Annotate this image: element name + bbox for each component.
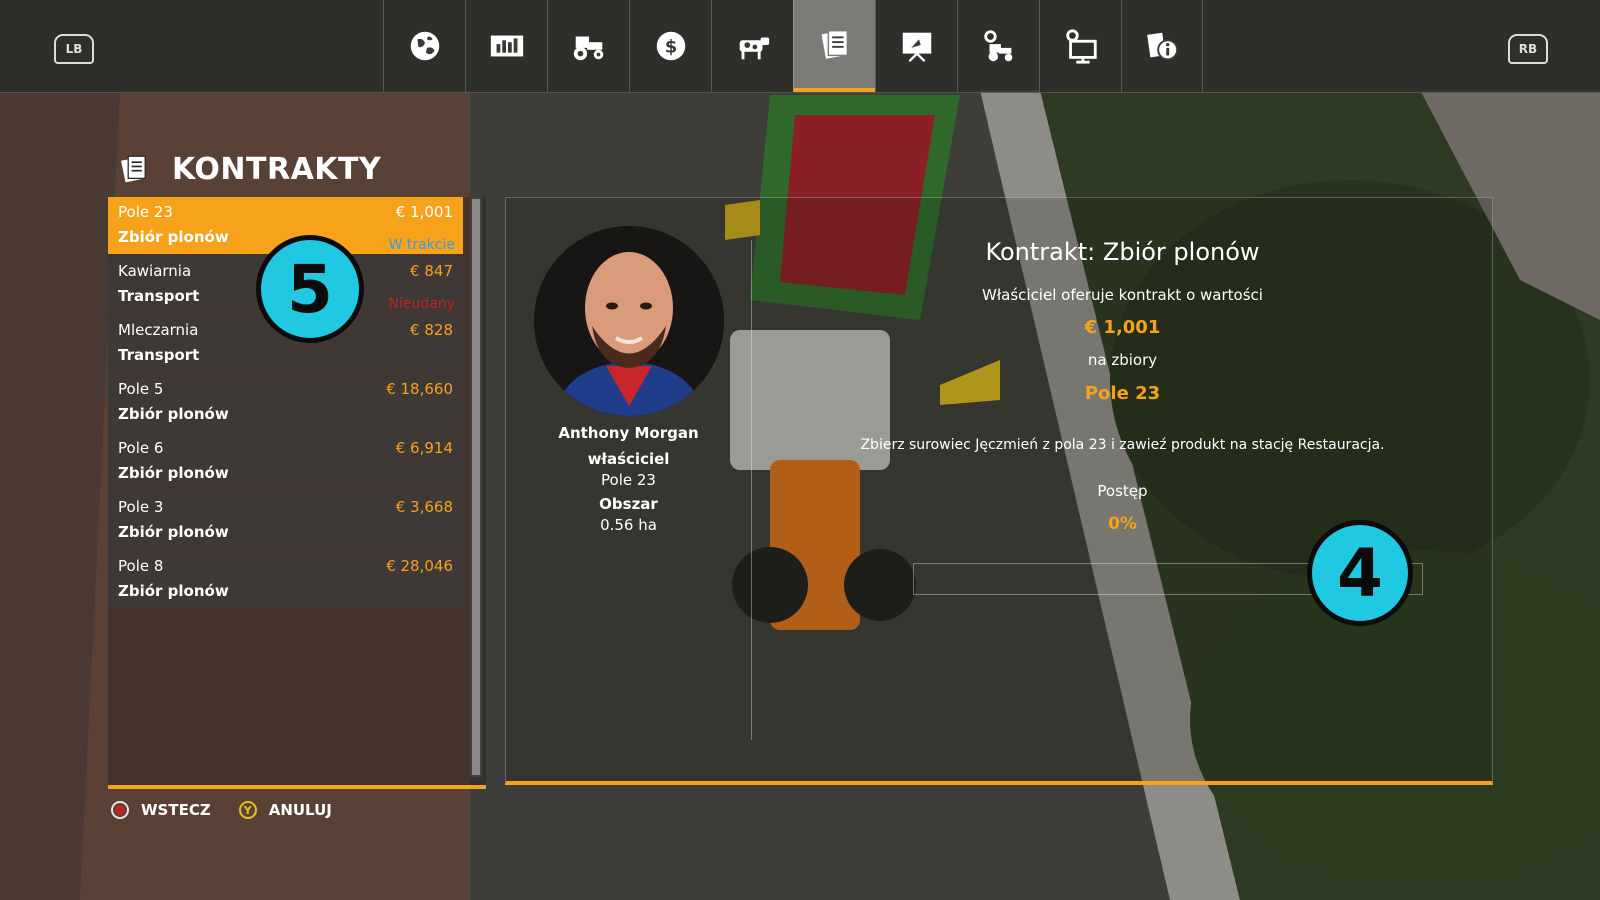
- lb-button[interactable]: LB: [54, 34, 94, 64]
- contract-name: Pole 23: [118, 203, 173, 221]
- owner-field: Pole 23: [601, 471, 656, 489]
- tab-finances[interactable]: $: [629, 0, 711, 92]
- tab-statistics[interactable]: [465, 0, 547, 92]
- owner-avatar: [534, 226, 724, 416]
- statistics-icon: [490, 35, 523, 57]
- contract-heading: Kontrakt: Zbiór plonów: [985, 238, 1260, 266]
- tab-help[interactable]: [1121, 0, 1203, 92]
- owner-portrait: [534, 226, 724, 416]
- help-info-icon: [1147, 32, 1179, 61]
- contract-name: Pole 6: [118, 439, 164, 457]
- contract-type: Zbiór plonów: [118, 228, 229, 246]
- contract-type: Zbiór plonów: [118, 582, 229, 600]
- b-button-icon: [111, 801, 129, 819]
- annotation-badge: 5: [256, 235, 364, 343]
- top-navigation-bar: LB $ RB: [0, 0, 1600, 93]
- contract-price: € 828: [410, 321, 453, 339]
- contract-row[interactable]: Pole 6 Zbiór plonów € 6,914: [108, 433, 463, 490]
- for-text: na zbiory: [1087, 351, 1158, 369]
- contract-name: Pole 3: [118, 498, 164, 516]
- tab-map[interactable]: [383, 0, 465, 92]
- owner-role: właściciel: [587, 450, 670, 468]
- back-label: WSTECZ: [141, 801, 211, 819]
- page-title: KONTRAKTY: [172, 151, 382, 187]
- tab-game-settings[interactable]: [1039, 0, 1121, 92]
- contract-row[interactable]: Pole 3 Zbiór plonów € 3,668: [108, 492, 463, 549]
- globe-icon: [410, 31, 439, 61]
- tab-vehicle-settings[interactable]: [957, 0, 1039, 92]
- progress-label: Postęp: [1097, 482, 1148, 500]
- contract-price: € 28,046: [386, 557, 453, 575]
- contract-status: W trakcie: [388, 237, 455, 253]
- area-label: Obszar: [599, 495, 658, 513]
- contract-type: Transport: [118, 287, 200, 305]
- finances-icon: $: [656, 31, 685, 61]
- list-scrollbar[interactable]: [470, 197, 482, 777]
- owner-name: Anthony Morgan: [558, 424, 699, 442]
- contract-name: Pole 8: [118, 557, 164, 575]
- cancel-label: ANULUJ: [268, 801, 332, 819]
- cancel-button[interactable]: Y ANULUJ: [238, 801, 332, 819]
- tab-tours[interactable]: [875, 0, 957, 92]
- back-button[interactable]: WSTECZ: [111, 801, 211, 819]
- presentation-icon: [902, 32, 931, 63]
- contract-name: Kawiarnia: [118, 262, 192, 280]
- tractor-icon: [573, 36, 603, 61]
- contract-name: Pole 5: [118, 380, 164, 398]
- contract-detail-panel: Anthony Morgan właściciel Pole 23 Obszar…: [505, 197, 1493, 785]
- area-value: 0.56 ha: [600, 516, 657, 534]
- contract-price: € 1,001: [395, 203, 453, 221]
- contract-price: € 847: [410, 262, 453, 280]
- page-header: KONTRAKTY: [118, 150, 381, 188]
- contract-row[interactable]: Pole 5 Zbiór plonów € 18,660: [108, 374, 463, 431]
- contract-price: € 6,914: [395, 439, 453, 457]
- contract-status: Nieudany: [388, 296, 455, 312]
- contract-field: Pole 23: [1084, 383, 1161, 404]
- footer-actions: WSTECZ Y ANULUJ: [111, 801, 360, 819]
- tab-vehicles[interactable]: [547, 0, 629, 92]
- annotation-badge: 4: [1307, 520, 1413, 626]
- vehicle-settings-icon: [983, 30, 1012, 62]
- contract-name: Mleczarnia: [118, 321, 199, 339]
- contract-value: € 1,001: [1084, 317, 1161, 338]
- menu-tabs: $: [383, 0, 1203, 92]
- contract-type: Zbiór plonów: [118, 405, 229, 423]
- rb-button[interactable]: RB: [1508, 34, 1548, 64]
- contract-row[interactable]: Pole 8 Zbiór plonów € 28,046: [108, 551, 463, 608]
- contract-type: Zbiór plonów: [118, 464, 229, 482]
- tab-animals[interactable]: [711, 0, 793, 92]
- offer-text: Właściciel oferuje kontrakt o wartości: [982, 286, 1263, 304]
- tab-contracts[interactable]: [793, 0, 875, 92]
- contract-price: € 3,668: [395, 498, 453, 516]
- game-settings-icon: [1065, 29, 1097, 64]
- contract-type: Transport: [118, 346, 200, 364]
- cow-icon: [739, 37, 769, 60]
- contracts-icon: [821, 29, 848, 59]
- scrollbar-thumb[interactable]: [472, 199, 480, 775]
- y-button-icon: Y: [238, 801, 257, 819]
- svg-text:$: $: [664, 37, 677, 58]
- contract-price: € 18,660: [386, 380, 453, 398]
- contracts-icon: [120, 155, 146, 183]
- contract-description: Zbierz surowiec Jęczmień z pola 23 i zaw…: [860, 437, 1385, 453]
- contract-type: Zbiór plonów: [118, 523, 229, 541]
